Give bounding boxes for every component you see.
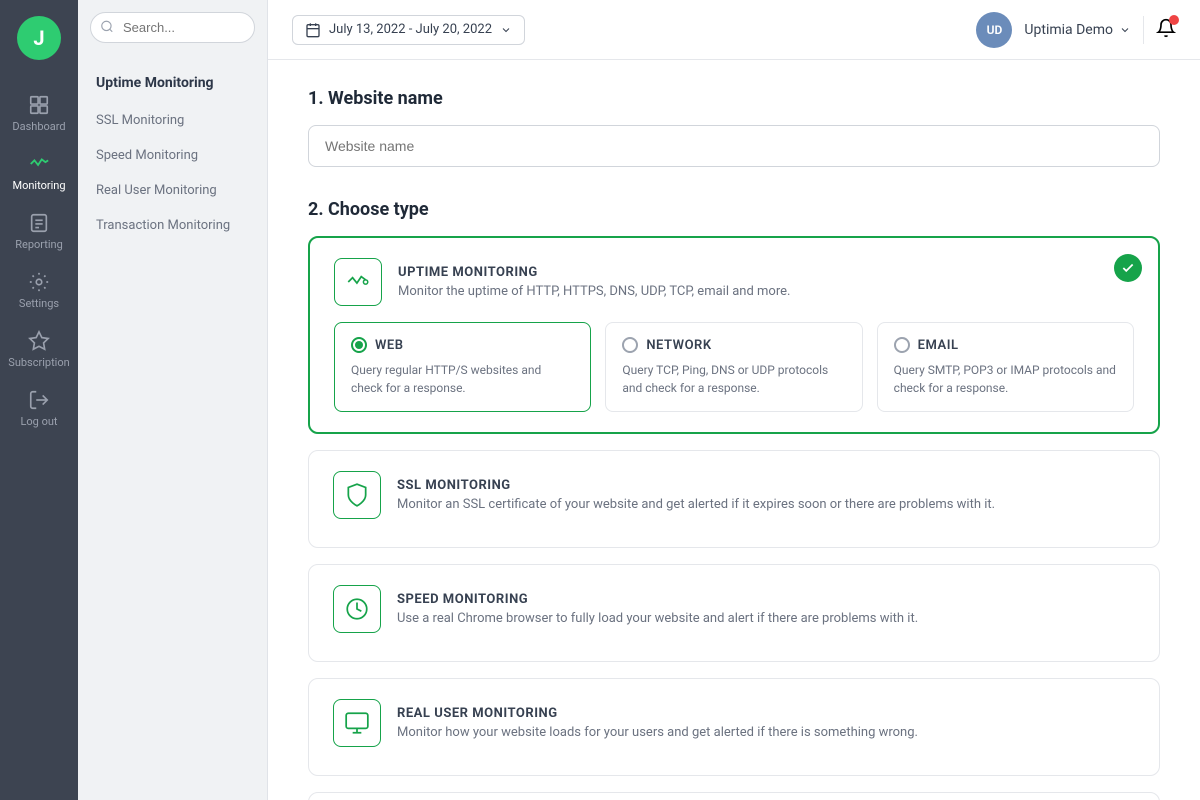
step1-title: 1. Website name [308, 88, 1160, 109]
sub-sidebar-item-ssl[interactable]: SSL Monitoring [78, 103, 267, 138]
step2-title: 2. Choose type [308, 199, 1160, 220]
network-radio [622, 337, 638, 353]
ssl-monitoring-card[interactable]: SSL MONITORING Monitor an SSL certificat… [308, 450, 1160, 548]
rum-card-header: REAL USER MONITORING Monitor how your we… [333, 699, 1135, 747]
rum-title: REAL USER MONITORING [397, 706, 1135, 721]
uptime-sub-cards: WEB Query regular HTTP/S websites and ch… [334, 322, 1134, 412]
web-radio [351, 337, 367, 353]
uptime-title-area: UPTIME MONITORING Monitor the uptime of … [398, 265, 1134, 299]
avatar: UD [976, 12, 1012, 48]
uptime-title: UPTIME MONITORING [398, 265, 1134, 280]
ssl-title: SSL MONITORING [397, 478, 1135, 493]
email-sub-card[interactable]: EMAIL Query SMTP, POP3 or IMAP protocols… [877, 322, 1134, 412]
sidebar-item-subscription-label: Subscription [8, 356, 69, 369]
content-area: 1. Website name 2. Choose type UPTIME M [268, 60, 1200, 800]
web-title: WEB [375, 338, 404, 353]
user-name: Uptimia Demo [1024, 22, 1113, 38]
speed-title-area: SPEED MONITORING Use a real Chrome brows… [397, 592, 1135, 626]
selected-check [1114, 254, 1142, 282]
date-range-picker[interactable]: July 13, 2022 - July 20, 2022 [292, 15, 525, 45]
search-input[interactable] [90, 12, 255, 43]
sub-sidebar-item-rum[interactable]: Real User Monitoring [78, 173, 267, 208]
topbar-right: UD Uptimia Demo [976, 12, 1176, 48]
email-title: EMAIL [918, 338, 959, 353]
transaction-monitoring-card[interactable]: TRANSACTION MONITORING Multi-step monito… [308, 792, 1160, 800]
rum-title-area: REAL USER MONITORING Monitor how your we… [397, 706, 1135, 740]
uptime-desc: Monitor the uptime of HTTP, HTTPS, DNS, … [398, 284, 1134, 299]
rum-desc: Monitor how your website loads for your … [397, 725, 1135, 740]
speed-title: SPEED MONITORING [397, 592, 1135, 607]
speed-desc: Use a real Chrome browser to fully load … [397, 611, 1135, 626]
sidebar-item-dashboard-label: Dashboard [12, 120, 65, 133]
network-title: NETWORK [646, 338, 711, 353]
sidebar-item-logout[interactable]: Log out [0, 379, 78, 438]
sub-sidebar-header: Uptime Monitoring [78, 55, 267, 103]
uptime-monitoring-card[interactable]: UPTIME MONITORING Monitor the uptime of … [308, 236, 1160, 434]
topbar-divider [1143, 16, 1144, 44]
network-desc: Query TCP, Ping, DNS or UDP protocols an… [622, 361, 845, 397]
sidebar-item-logout-label: Log out [20, 415, 57, 428]
email-desc: Query SMTP, POP3 or IMAP protocols and c… [894, 361, 1117, 397]
rum-icon [333, 699, 381, 747]
chevron-down-icon [500, 24, 512, 36]
sidebar-item-subscription[interactable]: Subscription [0, 320, 78, 379]
sidebar-item-monitoring-label: Monitoring [12, 179, 65, 192]
ssl-card-header: SSL MONITORING Monitor an SSL certificat… [333, 471, 1135, 519]
email-radio [894, 337, 910, 353]
speed-card-header: SPEED MONITORING Use a real Chrome brows… [333, 585, 1135, 633]
sidebar-item-reporting[interactable]: Reporting [0, 202, 78, 261]
network-card-header: NETWORK [622, 337, 845, 353]
sidebar-item-monitoring[interactable]: Monitoring [0, 143, 78, 202]
website-name-input[interactable] [308, 125, 1160, 167]
sidebar-item-settings-label: Settings [19, 297, 59, 310]
search-wrapper [78, 0, 267, 55]
sub-sidebar: Uptime Monitoring SSL Monitoring Speed M… [78, 0, 268, 800]
notification-badge [1169, 15, 1179, 25]
network-sub-card[interactable]: NETWORK Query TCP, Ping, DNS or UDP prot… [605, 322, 862, 412]
sidebar-item-settings[interactable]: Settings [0, 261, 78, 320]
uptime-card-header: UPTIME MONITORING Monitor the uptime of … [334, 258, 1134, 306]
main-content: July 13, 2022 - July 20, 2022 UD Uptimia… [268, 0, 1200, 800]
app-logo[interactable]: J [17, 16, 61, 60]
user-menu[interactable]: Uptimia Demo [1024, 22, 1131, 38]
ssl-icon [333, 471, 381, 519]
web-sub-card[interactable]: WEB Query regular HTTP/S websites and ch… [334, 322, 591, 412]
sub-sidebar-item-transaction[interactable]: Transaction Monitoring [78, 208, 267, 243]
sub-sidebar-item-speed[interactable]: Speed Monitoring [78, 138, 267, 173]
sidebar-item-dashboard[interactable]: Dashboard [0, 84, 78, 143]
ssl-title-area: SSL MONITORING Monitor an SSL certificat… [397, 478, 1135, 512]
user-chevron-icon [1119, 24, 1131, 36]
uptime-icon [334, 258, 382, 306]
main-sidebar: J Dashboard Monitoring Reporting [0, 0, 78, 800]
notification-bell[interactable] [1156, 18, 1176, 42]
check-icon [1121, 261, 1135, 275]
date-range-text: July 13, 2022 - July 20, 2022 [329, 22, 492, 37]
sidebar-item-reporting-label: Reporting [15, 238, 63, 251]
topbar: July 13, 2022 - July 20, 2022 UD Uptimia… [268, 0, 1200, 60]
search-icon [100, 18, 114, 37]
ssl-desc: Monitor an SSL certificate of your websi… [397, 497, 1135, 512]
speed-icon [333, 585, 381, 633]
rum-monitoring-card[interactable]: REAL USER MONITORING Monitor how your we… [308, 678, 1160, 776]
calendar-icon [305, 22, 321, 38]
email-card-header: EMAIL [894, 337, 1117, 353]
web-card-header: WEB [351, 337, 574, 353]
web-desc: Query regular HTTP/S websites and check … [351, 361, 574, 397]
speed-monitoring-card[interactable]: SPEED MONITORING Use a real Chrome brows… [308, 564, 1160, 662]
